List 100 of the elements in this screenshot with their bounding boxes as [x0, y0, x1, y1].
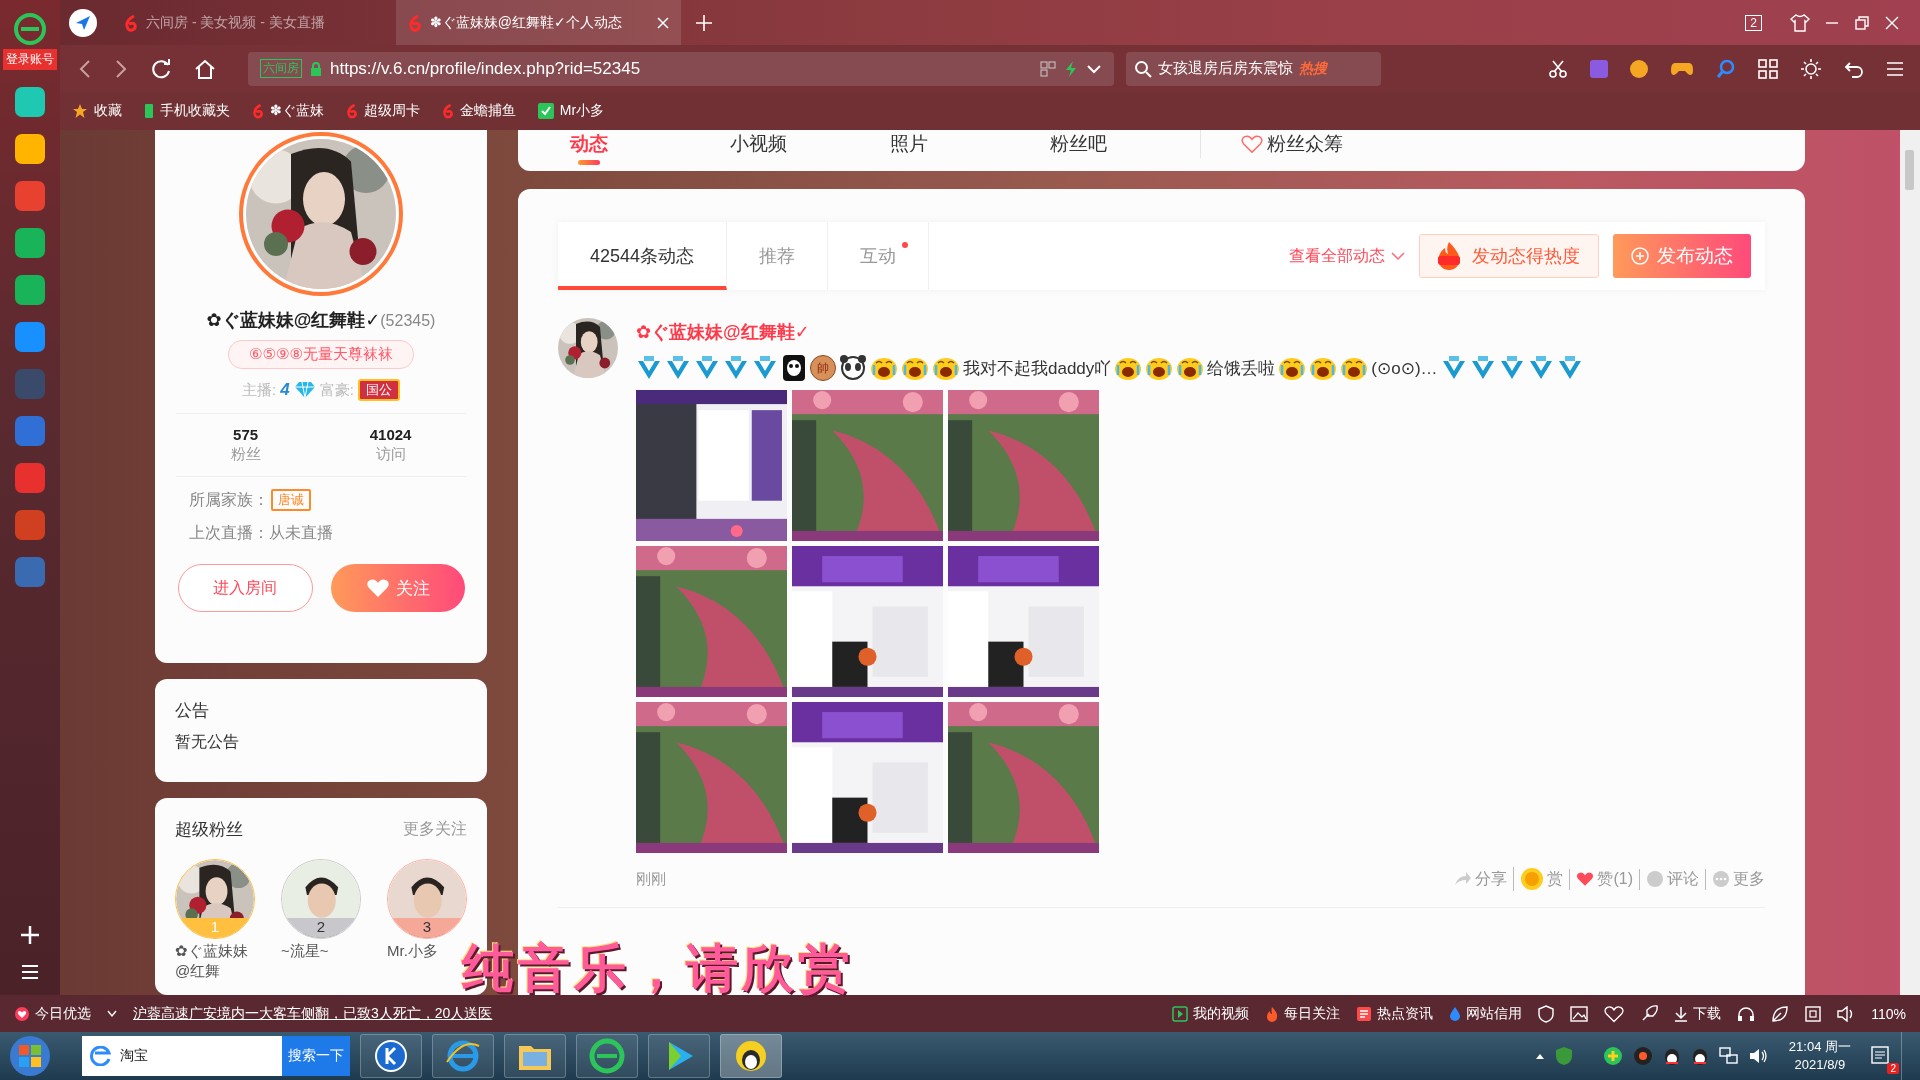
- search-button[interactable]: 搜索一下: [282, 1036, 350, 1076]
- scrollbar[interactable]: [1900, 130, 1920, 995]
- close-icon[interactable]: [1884, 14, 1900, 31]
- volume-icon[interactable]: [1748, 1047, 1769, 1065]
- bookmark[interactable]: 超级周卡: [345, 102, 420, 120]
- qr-code-icon[interactable]: [1040, 60, 1056, 77]
- app-icon[interactable]: [15, 228, 45, 258]
- list-icon[interactable]: [20, 963, 40, 981]
- shield-icon[interactable]: [1538, 1004, 1555, 1023]
- app-icon[interactable]: [15, 510, 45, 540]
- heartbeat-icon[interactable]: [1604, 1004, 1625, 1023]
- search-field[interactable]: 女孩退房后房东震惊 热搜: [1126, 51, 1381, 86]
- title-badge: ⑥⑤⑨⑧无量天尊袜袜: [228, 340, 414, 369]
- download-link[interactable]: 下载: [1674, 1004, 1722, 1023]
- taskbar-app[interactable]: [360, 1034, 422, 1078]
- nav-tab[interactable]: 粉丝吧: [1050, 130, 1210, 162]
- browser-tab[interactable]: 六间房 - 美女视频 - 美女直播: [112, 0, 382, 45]
- back-icon[interactable]: [78, 58, 92, 79]
- status-link[interactable]: 网站信用: [1449, 1004, 1523, 1023]
- tab-count[interactable]: 2: [1745, 14, 1762, 31]
- search-icon[interactable]: [1716, 58, 1736, 79]
- menu-icon[interactable]: [1886, 60, 1904, 77]
- bookmark[interactable]: Mr小多: [537, 102, 605, 120]
- status-link[interactable]: 每日关注: [1265, 1004, 1341, 1023]
- notice-text: 暂无公告: [175, 732, 240, 752]
- clock-time[interactable]: 21:04 周一: [1788, 1038, 1851, 1056]
- news-headline[interactable]: 沪蓉高速广安境内一大客车侧翻，已致3人死亡，20人送医: [133, 1004, 493, 1023]
- emoji-icon: [1278, 355, 1307, 381]
- tray-icon[interactable]: [1602, 1046, 1623, 1066]
- home-icon[interactable]: [194, 57, 216, 80]
- notice-title: 公告: [175, 700, 210, 722]
- news-label[interactable]: 今日优选: [14, 1004, 91, 1023]
- app-icon[interactable]: [15, 463, 45, 493]
- six-logo-icon: [252, 103, 264, 119]
- app-icon[interactable]: [15, 322, 45, 352]
- navigation-icon[interactable]: [68, 7, 98, 38]
- app-icon[interactable]: [15, 181, 45, 211]
- window-icon[interactable]: [1805, 1005, 1822, 1022]
- last-live-text: 上次直播：从未直播: [189, 523, 333, 543]
- browser-tab[interactable]: ✽ぐ蓝妹妹@红舞鞋✓个人动态: [396, 0, 681, 45]
- bookmark[interactable]: 收藏: [72, 102, 122, 120]
- status-link[interactable]: 我的视频: [1172, 1004, 1250, 1023]
- headset-icon[interactable]: [1737, 1005, 1756, 1022]
- taskbar-app[interactable]: [720, 1034, 782, 1078]
- rocket-icon[interactable]: [1640, 1004, 1659, 1023]
- chevron-down-icon[interactable]: [107, 1009, 117, 1018]
- tray-icon[interactable]: [1662, 1046, 1681, 1066]
- nav-tab[interactable]: 粉丝众筹: [1241, 130, 1401, 162]
- add-icon[interactable]: [19, 924, 41, 946]
- penguin-icon: [733, 1038, 769, 1074]
- new-tab-icon[interactable]: [695, 13, 713, 32]
- author-avatar[interactable]: [558, 318, 618, 378]
- nav-tab[interactable]: 小视频: [730, 130, 890, 162]
- phone-icon: [144, 103, 154, 119]
- family-label: 所属家族：: [189, 489, 269, 510]
- clock-date[interactable]: 2021/8/9: [1794, 1056, 1846, 1074]
- close-icon[interactable]: [657, 16, 669, 29]
- coin-icon[interactable]: [1630, 59, 1648, 78]
- app-icon[interactable]: [15, 275, 45, 305]
- app-icon[interactable]: [15, 134, 45, 164]
- status-link[interactable]: 热点资讯: [1356, 1004, 1434, 1023]
- tray-icon[interactable]: [1690, 1046, 1709, 1066]
- bookmark[interactable]: 手机收藏夹: [144, 102, 230, 120]
- fan-avatar[interactable]: 2: [281, 859, 361, 939]
- emoji-icon: [694, 355, 720, 381]
- chevron-down-icon[interactable]: [1086, 63, 1102, 74]
- zoom-level[interactable]: 110%: [1871, 1005, 1906, 1022]
- share-icon: [1454, 872, 1473, 886]
- login-label[interactable]: 登录账号: [3, 49, 57, 70]
- restore-icon[interactable]: [1854, 14, 1870, 31]
- image-icon[interactable]: [1570, 1005, 1589, 1022]
- emoji-icon: [1556, 355, 1583, 381]
- start-button-icon[interactable]: [8, 1034, 52, 1078]
- leaf-icon[interactable]: [1771, 1004, 1790, 1023]
- shirt-icon[interactable]: [1790, 13, 1810, 32]
- scissors-icon[interactable]: [1548, 58, 1568, 79]
- fan-name[interactable]: ✿ぐ蓝妹妹@红舞: [175, 941, 251, 982]
- anchor-level: 4: [280, 380, 290, 400]
- forward-icon[interactable]: [114, 58, 128, 79]
- nav-tab[interactable]: 照片: [890, 130, 1050, 162]
- fan-avatar[interactable]: 3: [387, 859, 467, 939]
- bookmark[interactable]: 金蟾捕鱼: [441, 102, 516, 120]
- app-icon[interactable]: [15, 416, 45, 446]
- notification-icon[interactable]: [1871, 1046, 1891, 1066]
- app-icon[interactable]: [15, 87, 45, 117]
- feed-tab[interactable]: 42544条动态: [558, 222, 728, 290]
- browser-logo-icon[interactable]: [13, 12, 47, 46]
- grid-icon[interactable]: [1758, 58, 1778, 79]
- reload-icon[interactable]: [150, 57, 172, 80]
- k-logo-icon: [374, 1039, 408, 1073]
- network-icon[interactable]: [1718, 1047, 1739, 1065]
- bookmark[interactable]: ✽ぐ蓝妹: [252, 102, 324, 120]
- taskbar-search-field[interactable]: 淘宝: [82, 1036, 282, 1076]
- fan-name[interactable]: ~流星~: [281, 941, 357, 962]
- lightning-icon[interactable]: [1064, 59, 1078, 78]
- post-time: 刚刚: [636, 869, 666, 889]
- address-field[interactable]: 六间房 https://v.6.cn/profile/index.php?rid=52345: [248, 51, 1114, 86]
- sun-icon[interactable]: [1800, 57, 1822, 80]
- chevron-down-icon: [1391, 251, 1405, 261]
- tray-arrow-icon[interactable]: [1534, 1052, 1545, 1060]
